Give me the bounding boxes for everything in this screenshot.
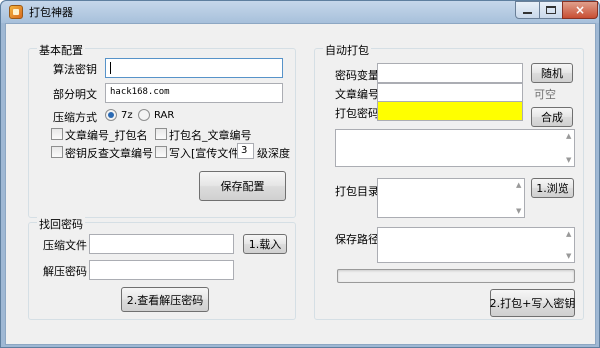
text-caret — [110, 62, 111, 74]
maximize-button[interactable] — [539, 1, 563, 19]
browse-button[interactable]: 1.浏览 — [531, 178, 574, 198]
basic-config-legend: 基本配置 — [37, 42, 85, 58]
checkbox-pack-article-label[interactable]: 打包名_文章编号 — [169, 127, 252, 143]
recover-password-legend: 找回密码 — [37, 216, 85, 232]
checkbox-article-pack[interactable] — [51, 128, 63, 140]
scroll-up-icon[interactable]: ▲ — [516, 181, 521, 189]
pack-password-input[interactable] — [377, 101, 523, 121]
password-variable-label: 密码变量 — [335, 69, 379, 82]
minimize-icon — [523, 12, 532, 14]
scroll-up-icon[interactable]: ▲ — [566, 230, 571, 238]
window-title: 打包神器 — [29, 6, 73, 19]
pack-and-write-key-button[interactable]: 2.打包+写入密钥 — [490, 289, 575, 317]
optional-hint: 可空 — [534, 88, 556, 101]
load-button[interactable]: 1.载入 — [243, 234, 287, 254]
radio-rar-label[interactable]: RAR — [154, 110, 174, 121]
pack-directory-scrollbar[interactable]: ▲ ▼ — [514, 179, 524, 217]
pack-directory-label: 打包目录 — [335, 185, 379, 198]
partial-plaintext-label: 部分明文 — [53, 88, 97, 101]
close-button[interactable]: × — [562, 1, 598, 19]
pack-progress-bar — [337, 269, 575, 283]
client-area: 基本配置 算法密钥 部分明文 hack168.com 压缩方式 7z RAR 文… — [5, 23, 596, 345]
password-variable-input[interactable] — [377, 63, 523, 83]
close-icon: × — [574, 3, 586, 17]
checkbox-write-promo-label[interactable]: 写入[宣传文件] — [169, 145, 244, 161]
save-path-label: 保存路径 — [335, 233, 379, 246]
app-window: 打包神器 × 基本配置 算法密钥 部分明文 hack168.com 压缩方式 7… — [0, 0, 600, 348]
pack-output-scrollbar[interactable]: ▲ ▼ — [564, 130, 574, 166]
radio-7z-label[interactable]: 7z — [121, 110, 133, 121]
pack-output-textarea[interactable]: ▲ ▼ — [335, 129, 575, 167]
checkbox-key-reverse-label[interactable]: 密钥反查文章编号 — [65, 145, 153, 161]
auto-pack-legend: 自动打包 — [323, 42, 371, 58]
radio-7z[interactable] — [105, 109, 117, 121]
depth-suffix-label: 级深度 — [257, 147, 290, 160]
save-path-textarea[interactable]: ▲ ▼ — [377, 227, 575, 263]
scroll-down-icon[interactable]: ▼ — [566, 156, 571, 164]
save-path-scrollbar[interactable]: ▲ ▼ — [564, 228, 574, 262]
depth-spinner[interactable]: 3 — [237, 143, 254, 159]
checkbox-pack-article[interactable] — [155, 128, 167, 140]
minimize-button[interactable] — [515, 1, 540, 19]
checkbox-write-promo[interactable] — [155, 146, 167, 158]
app-package-icon — [9, 5, 23, 19]
save-config-button[interactable]: 保存配置 — [199, 171, 286, 201]
basic-config-group: 基本配置 算法密钥 部分明文 hack168.com 压缩方式 7z RAR 文… — [28, 42, 296, 218]
checkbox-key-reverse[interactable] — [51, 146, 63, 158]
compress-label: 压缩方式 — [53, 111, 97, 124]
scroll-up-icon[interactable]: ▲ — [566, 132, 571, 140]
compose-button[interactable]: 合成 — [531, 107, 573, 127]
unzip-password-label: 解压密码 — [43, 265, 87, 278]
recover-password-group: 找回密码 压缩文件 1.载入 解压密码 2.查看解压密码 — [28, 216, 296, 320]
algorithm-key-input[interactable] — [105, 58, 283, 78]
scroll-down-icon[interactable]: ▼ — [516, 207, 521, 215]
maximize-icon — [546, 6, 556, 14]
scroll-down-icon[interactable]: ▼ — [566, 252, 571, 260]
algorithm-key-label: 算法密钥 — [53, 63, 97, 76]
article-number-label: 文章编号 — [335, 88, 379, 101]
random-button[interactable]: 随机 — [531, 63, 573, 83]
archive-file-input[interactable] — [89, 234, 234, 254]
view-unzip-password-button[interactable]: 2.查看解压密码 — [121, 287, 209, 312]
radio-rar[interactable] — [138, 109, 150, 121]
pack-password-label: 打包密码 — [335, 107, 379, 120]
archive-file-label: 压缩文件 — [43, 239, 87, 252]
pack-directory-textarea[interactable]: ▲ ▼ — [377, 178, 525, 218]
article-number-input[interactable] — [377, 83, 523, 103]
title-bar[interactable]: 打包神器 × — [1, 1, 599, 23]
partial-plaintext-input[interactable]: hack168.com — [105, 83, 283, 103]
unzip-password-input[interactable] — [89, 260, 234, 280]
checkbox-article-pack-label[interactable]: 文章编号_打包名 — [65, 127, 148, 143]
auto-pack-group: 自动打包 密码变量 随机 文章编号 可空 打包密码 合成 ▲ ▼ 打包目录 ▲ ▼ … — [314, 42, 584, 320]
